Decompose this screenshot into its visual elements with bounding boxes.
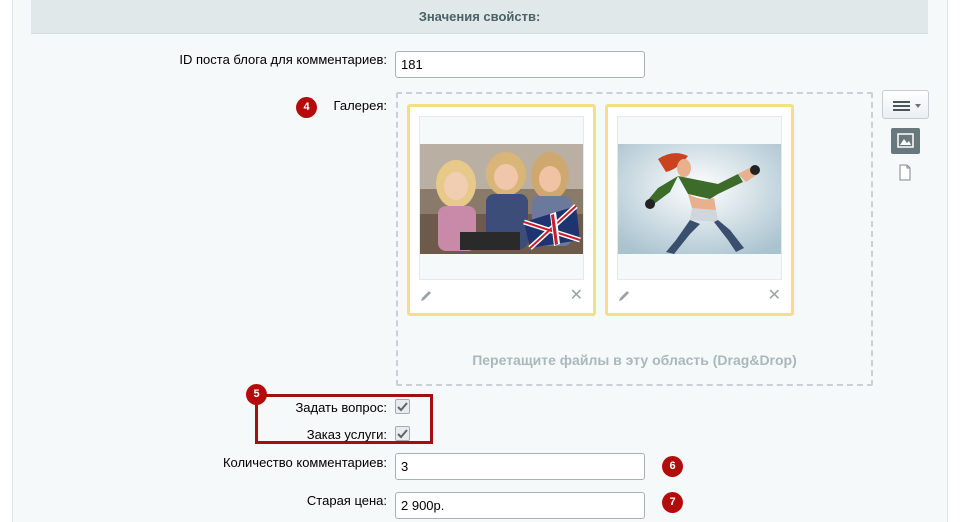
gallery-image-girls[interactable]: [420, 144, 583, 254]
gallery-image-dancer-art: [618, 144, 781, 254]
gallery-menu-button[interactable]: [882, 90, 929, 119]
gallery-item-tools: ✕: [410, 287, 593, 309]
gallery-item-frame: [617, 116, 782, 280]
chevron-down-icon: [915, 104, 921, 108]
ask-question-checkbox[interactable]: [395, 399, 410, 414]
gallery-image-dancer[interactable]: [618, 144, 781, 254]
badge-comments: 6: [662, 456, 683, 477]
ask-question-label: Задать вопрос:: [295, 400, 387, 415]
checkmark-icon: [397, 402, 408, 412]
gallery-item[interactable]: ✕: [407, 104, 596, 316]
gallery-image-girls-art: [420, 144, 583, 254]
service-order-checkbox[interactable]: [395, 426, 410, 441]
service-order-label: Заказ услуги:: [306, 427, 387, 442]
close-icon[interactable]: ✕: [768, 285, 781, 305]
gallery-item[interactable]: ✕: [605, 104, 794, 316]
file-icon[interactable]: [898, 164, 912, 181]
checkmark-icon: [397, 429, 408, 439]
image-view-icon: [897, 133, 914, 148]
old-price-input[interactable]: 2 900р.: [395, 492, 645, 519]
gallery-item-frame: [419, 116, 584, 280]
blog-post-id-label: ID поста блога для комментариев:: [179, 52, 387, 67]
pencil-icon[interactable]: [419, 289, 433, 303]
image-view-button[interactable]: [891, 128, 920, 154]
blog-post-id-input[interactable]: 181: [395, 51, 645, 78]
comments-count-label: Количество комментариев:: [222, 455, 387, 470]
gallery-dropzone[interactable]: ✕ ✕ Перетащите файлы в эту область (Drag…: [396, 92, 873, 386]
menu-icon: [893, 101, 921, 111]
comments-count-input[interactable]: 3: [395, 453, 645, 480]
close-icon[interactable]: ✕: [570, 285, 583, 305]
old-price-label: Старая цена:: [306, 493, 387, 508]
gallery-label: Галерея:: [333, 98, 387, 113]
gallery-item-tools: ✕: [608, 287, 791, 309]
pencil-icon[interactable]: [617, 289, 631, 303]
badge-gallery: 4: [296, 97, 317, 118]
badge-checkboxes: 5: [246, 384, 267, 405]
section-header: Значения свойств:: [31, 0, 928, 34]
dropzone-hint: Перетащите файлы в эту область (Drag&Dro…: [472, 352, 797, 368]
badge-price: 7: [662, 492, 683, 513]
